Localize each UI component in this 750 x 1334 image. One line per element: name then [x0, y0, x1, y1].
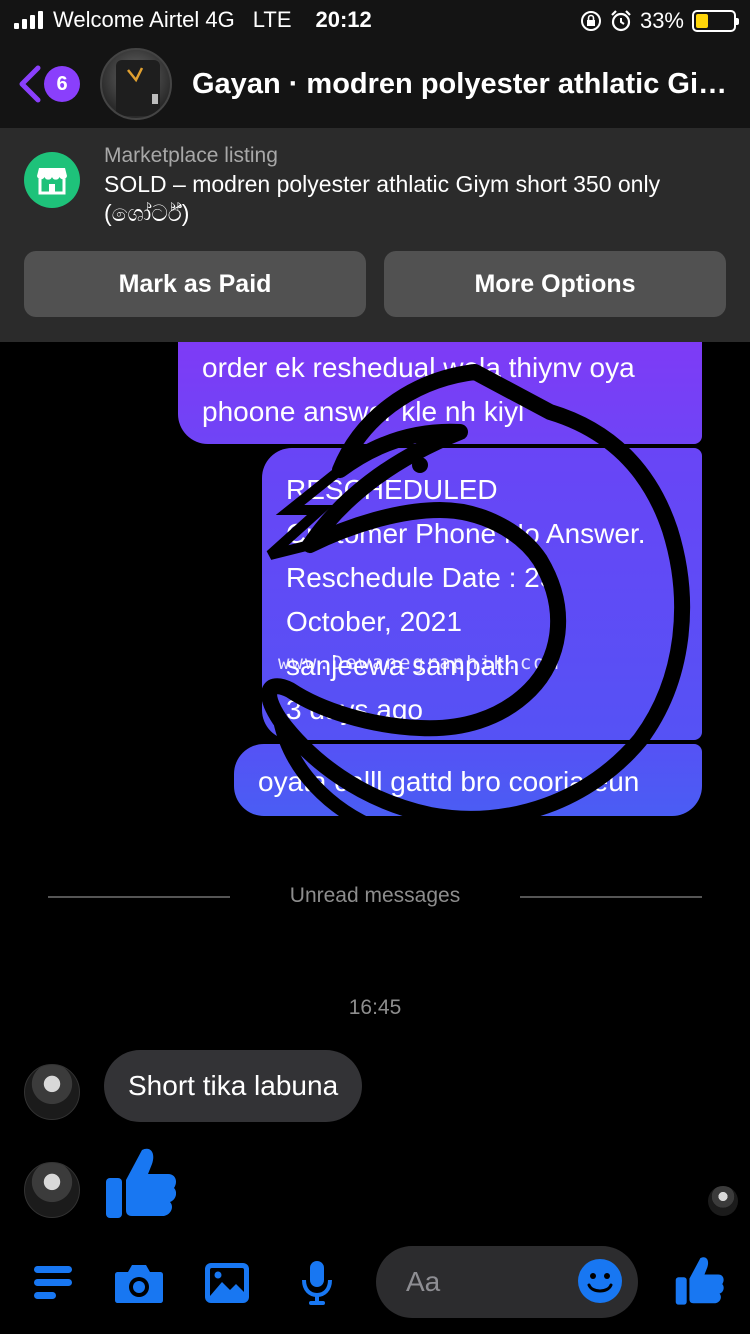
back-button[interactable]: 6	[16, 64, 80, 104]
message-line: 3 days ago	[286, 694, 423, 725]
microphone-icon[interactable]	[292, 1258, 342, 1308]
sender-avatar[interactable]	[24, 1162, 80, 1218]
outgoing-message[interactable]: order ek reshedual wela thiynv oya phoon…	[178, 342, 702, 444]
shorts-thumbnail-icon	[116, 60, 160, 116]
more-options-button[interactable]: More Options	[384, 251, 726, 317]
signal-icon	[14, 11, 43, 29]
carrier-name: Welcome Airtel 4G	[53, 7, 235, 32]
battery-percent: 33%	[639, 8, 684, 33]
contact-avatar[interactable]	[100, 48, 172, 120]
mark-as-paid-button[interactable]: Mark as Paid	[24, 251, 366, 317]
message-line: RESCHEDULED	[286, 474, 498, 505]
composer-bar: Aa	[0, 1240, 750, 1334]
status-time: 20:12	[315, 7, 372, 32]
camera-icon[interactable]	[114, 1258, 164, 1308]
thumbs-up-icon	[675, 1257, 724, 1305]
thumbs-up-icon[interactable]	[104, 1144, 176, 1220]
gallery-icon[interactable]	[202, 1258, 252, 1308]
alarm-icon	[611, 10, 631, 32]
message-line: Customer Phone No Answer.	[286, 518, 646, 549]
network-type: LTE	[252, 7, 292, 32]
watermark-text: www.Dewanegraphik.com	[278, 652, 561, 674]
emoji-icon[interactable]	[576, 1257, 624, 1305]
conversation-header: 6 Gayan · modren polyester athlatic Giym…	[0, 40, 750, 128]
send-like-button[interactable]	[672, 1252, 726, 1308]
status-bar: Welcome Airtel 4G LTE 20:12 33%	[0, 0, 750, 40]
storefront-icon	[24, 152, 80, 208]
message-line: October, 2021	[286, 606, 462, 637]
outgoing-message-reschedule[interactable]: RESCHEDULED Customer Phone No Answer. Re…	[262, 448, 702, 740]
incoming-message[interactable]: Short tika labuna	[104, 1050, 363, 1122]
message-line: Reschedule Date : 25	[286, 562, 556, 593]
message-timestamp: 16:45	[348, 996, 402, 1019]
sender-avatar[interactable]	[24, 1064, 80, 1120]
unread-divider: Unread messages	[48, 884, 702, 912]
outgoing-message[interactable]: oyata calll gattd bro cooria eun	[234, 744, 702, 816]
orientation-lock-icon	[580, 11, 601, 31]
menu-icon[interactable]	[28, 1258, 78, 1308]
conversation-title[interactable]: Gayan · modren polyester athlatic Giym s…	[192, 68, 740, 101]
listing-title[interactable]: SOLD – modren polyester athlatic Giym sh…	[104, 170, 724, 228]
chevron-left-icon	[19, 65, 41, 103]
listing-label: Marketplace listing	[104, 144, 278, 167]
marketplace-banner: Marketplace listing SOLD – modren polyes…	[0, 128, 750, 342]
read-receipt-avatar	[708, 1186, 738, 1216]
message-placeholder: Aa	[406, 1266, 441, 1297]
message-input[interactable]: Aa	[376, 1246, 638, 1318]
status-right: 33%	[580, 8, 739, 34]
unread-count-badge: 6	[44, 66, 80, 102]
battery-icon	[692, 10, 739, 32]
